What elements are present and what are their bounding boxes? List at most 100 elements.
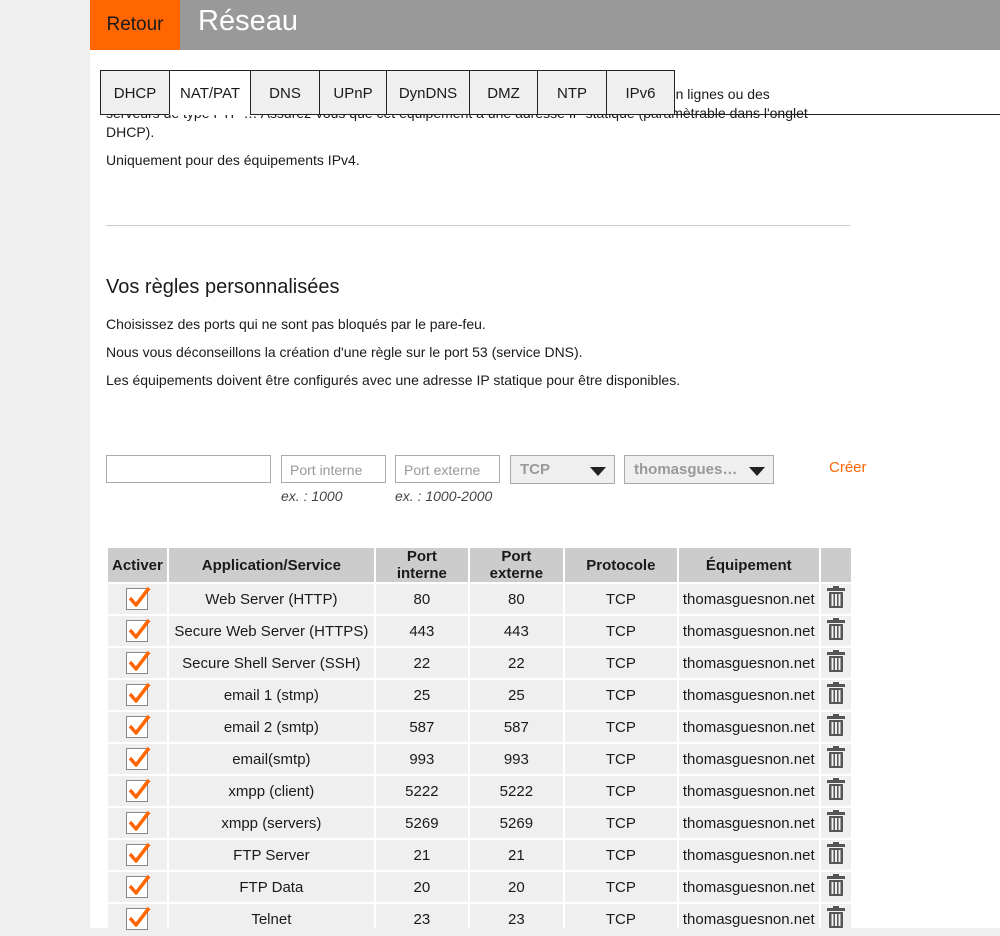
trash-icon[interactable] bbox=[826, 682, 845, 708]
protocol-cell: TCP bbox=[564, 840, 677, 870]
port-external-cell: 443 bbox=[469, 616, 563, 646]
active-checkbox[interactable] bbox=[126, 842, 151, 866]
tab-upnp[interactable]: UPnP bbox=[319, 70, 386, 115]
device-cell: thomasguesnon.net bbox=[678, 616, 819, 646]
tab-nat-pat[interactable]: NAT/PAT bbox=[169, 70, 250, 115]
service-cell: Web Server (HTTP) bbox=[168, 584, 374, 614]
port-external-cell: 20 bbox=[469, 872, 563, 902]
protocol-cell: TCP bbox=[564, 712, 677, 742]
trash-icon[interactable] bbox=[826, 842, 845, 868]
port-internal-cell: 5269 bbox=[375, 808, 468, 838]
create-button[interactable]: Créer bbox=[829, 459, 867, 476]
device-cell: thomasguesnon.net bbox=[678, 744, 819, 774]
table-row: email(smtp) 993 993 TCP thomasguesnon.net bbox=[108, 744, 851, 774]
active-checkbox[interactable] bbox=[126, 810, 151, 834]
protocol-cell: TCP bbox=[564, 648, 677, 678]
active-cell bbox=[108, 904, 167, 934]
protocol-cell: TCP bbox=[564, 584, 677, 614]
tab-dns[interactable]: DNS bbox=[250, 70, 319, 115]
active-cell bbox=[108, 872, 167, 902]
protocol-select[interactable]: TCP bbox=[510, 455, 615, 484]
trash-icon[interactable] bbox=[826, 746, 845, 772]
tab-dhcp[interactable]: DHCP bbox=[100, 70, 169, 115]
active-cell bbox=[108, 584, 167, 614]
delete-cell bbox=[820, 712, 851, 742]
top-bar: Retour Réseau bbox=[90, 0, 1000, 50]
device-cell: thomasguesnon.net bbox=[678, 584, 819, 614]
delete-cell bbox=[820, 648, 851, 678]
protocol-cell: TCP bbox=[564, 904, 677, 934]
table-row: Web Server (HTTP) 80 80 TCP thomasguesnon.ne… bbox=[108, 584, 851, 614]
active-checkbox[interactable] bbox=[126, 714, 151, 738]
tab-bar: DHCP NAT/PAT DNS UPnP DynDNS DMZ NTP IPv… bbox=[100, 70, 675, 115]
active-checkbox[interactable] bbox=[126, 682, 151, 706]
service-cell: xmpp (client) bbox=[168, 776, 374, 806]
service-cell: email(smtp) bbox=[168, 744, 374, 774]
rules-table: Activer Application/Service Port interne… bbox=[106, 546, 853, 936]
device-select[interactable]: thomasgues… bbox=[624, 455, 774, 484]
tab-baseline bbox=[675, 114, 1000, 115]
device-cell: thomasguesnon.net bbox=[678, 680, 819, 710]
device-cell: thomasguesnon.net bbox=[678, 808, 819, 838]
port-external-cell: 587 bbox=[469, 712, 563, 742]
device-cell: thomasguesnon.net bbox=[678, 904, 819, 934]
active-checkbox[interactable] bbox=[126, 746, 151, 770]
port-internal-field[interactable]: Port interne bbox=[281, 455, 386, 483]
active-cell bbox=[108, 680, 167, 710]
table-header-row: Activer Application/Service Port interne… bbox=[108, 548, 851, 582]
tab-ipv6[interactable]: IPv6 bbox=[606, 70, 675, 115]
active-checkbox[interactable] bbox=[126, 778, 151, 802]
service-cell: Secure Web Server (HTTPS) bbox=[168, 616, 374, 646]
port-external-cell: 80 bbox=[469, 584, 563, 614]
tab-dmz[interactable]: DMZ bbox=[469, 70, 537, 115]
table-row: xmpp (client) 5222 5222 TCP thomasguesnon.ne… bbox=[108, 776, 851, 806]
port-internal-cell: 80 bbox=[375, 584, 468, 614]
active-checkbox[interactable] bbox=[126, 650, 151, 674]
port-internal-cell: 22 bbox=[375, 648, 468, 678]
tab-ntp[interactable]: NTP bbox=[537, 70, 606, 115]
active-checkbox[interactable] bbox=[126, 586, 151, 610]
trash-icon[interactable] bbox=[826, 778, 845, 804]
active-cell bbox=[108, 840, 167, 870]
protocol-cell: TCP bbox=[564, 808, 677, 838]
active-cell bbox=[108, 616, 167, 646]
header-protocol: Protocole bbox=[564, 548, 677, 582]
trash-icon[interactable] bbox=[826, 714, 845, 740]
active-checkbox[interactable] bbox=[126, 906, 151, 930]
port-external-cell: 21 bbox=[469, 840, 563, 870]
page-title: Réseau bbox=[198, 5, 298, 37]
service-cell: FTP Server bbox=[168, 840, 374, 870]
header-device: Équipement bbox=[678, 548, 819, 582]
trash-icon[interactable] bbox=[826, 586, 845, 612]
port-external-field[interactable]: Port externe bbox=[395, 455, 500, 483]
device-cell: thomasguesnon.net bbox=[678, 712, 819, 742]
trash-icon[interactable] bbox=[826, 618, 845, 644]
back-button[interactable]: Retour bbox=[90, 0, 180, 50]
chevron-down-icon bbox=[590, 467, 606, 476]
port-internal-cell: 25 bbox=[375, 680, 468, 710]
service-name-field[interactable] bbox=[106, 455, 271, 484]
service-name-input[interactable] bbox=[115, 456, 270, 484]
tab-dyndns[interactable]: DynDNS bbox=[386, 70, 469, 115]
chevron-down-icon bbox=[749, 467, 765, 476]
device-cell: thomasguesnon.net bbox=[678, 872, 819, 902]
device-select-value: thomasgues… bbox=[634, 461, 738, 478]
active-checkbox[interactable] bbox=[126, 874, 151, 898]
port-external-cell: 23 bbox=[469, 904, 563, 934]
header-port-external: Port externe bbox=[469, 548, 563, 582]
section-title: Vos règles personnalisées bbox=[106, 276, 340, 298]
protocol-cell: TCP bbox=[564, 776, 677, 806]
active-cell bbox=[108, 648, 167, 678]
trash-icon[interactable] bbox=[826, 874, 845, 900]
active-cell bbox=[108, 808, 167, 838]
active-checkbox[interactable] bbox=[126, 618, 151, 642]
trash-icon[interactable] bbox=[826, 810, 845, 836]
protocol-cell: TCP bbox=[564, 680, 677, 710]
trash-icon[interactable] bbox=[826, 650, 845, 676]
trash-icon[interactable] bbox=[826, 906, 845, 932]
port-internal-cell: 5222 bbox=[375, 776, 468, 806]
port-internal-cell: 20 bbox=[375, 872, 468, 902]
port-external-hint: ex. : 1000-2000 bbox=[395, 488, 493, 504]
help-line-dns: Nous vous déconseillons la création d'un… bbox=[106, 344, 583, 360]
port-internal-cell: 993 bbox=[375, 744, 468, 774]
